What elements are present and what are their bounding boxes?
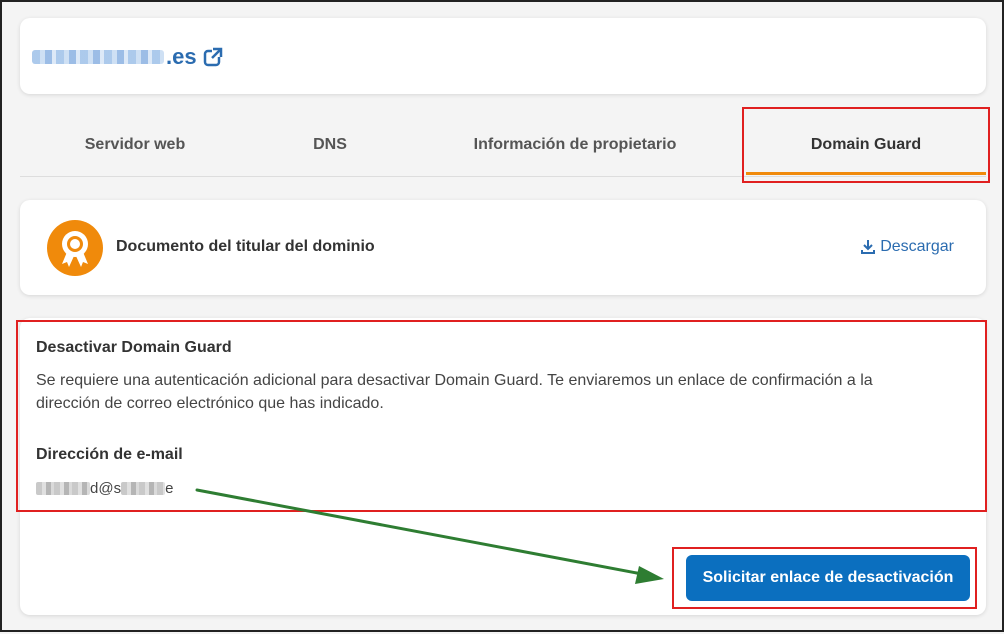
email-label: Dirección de e-mail (36, 446, 183, 463)
download-label: Descargar (880, 238, 954, 255)
certificate-icon (47, 220, 103, 276)
active-tab-indicator (746, 172, 986, 175)
domain-link[interactable]: .es (32, 44, 223, 70)
blurred-email-part (36, 482, 90, 495)
email-fragment-2: e (165, 480, 174, 497)
external-link-icon[interactable] (203, 47, 223, 67)
tab-domain-guard[interactable]: Domain Guard (746, 114, 986, 176)
tab-servidor-web[interactable]: Servidor web (60, 114, 210, 176)
document-card: Documento del titular del dominio Descar… (20, 200, 986, 295)
download-icon (861, 240, 876, 254)
deactivate-description: Se requiere una autenticación adicional … (36, 372, 873, 412)
domain-tld: .es (166, 44, 197, 69)
email-fragment-1: d@s (90, 480, 122, 497)
email-value: d@s e (36, 480, 173, 497)
tab-dns[interactable]: DNS (280, 114, 380, 176)
deactivate-title: Desactivar Domain Guard (36, 339, 232, 356)
download-link[interactable]: Descargar (860, 238, 954, 256)
request-deactivation-link-button[interactable]: Solicitar enlace de desactivación (686, 555, 970, 601)
tab-bar: Servidor web DNS Información de propieta… (20, 114, 986, 177)
blurred-email-part (121, 482, 166, 495)
blurred-domain-name (32, 50, 164, 64)
document-title: Documento del titular del dominio (116, 238, 375, 255)
tab-informacion-propietario[interactable]: Información de propietario (440, 114, 710, 176)
domain-card: .es (20, 18, 986, 94)
